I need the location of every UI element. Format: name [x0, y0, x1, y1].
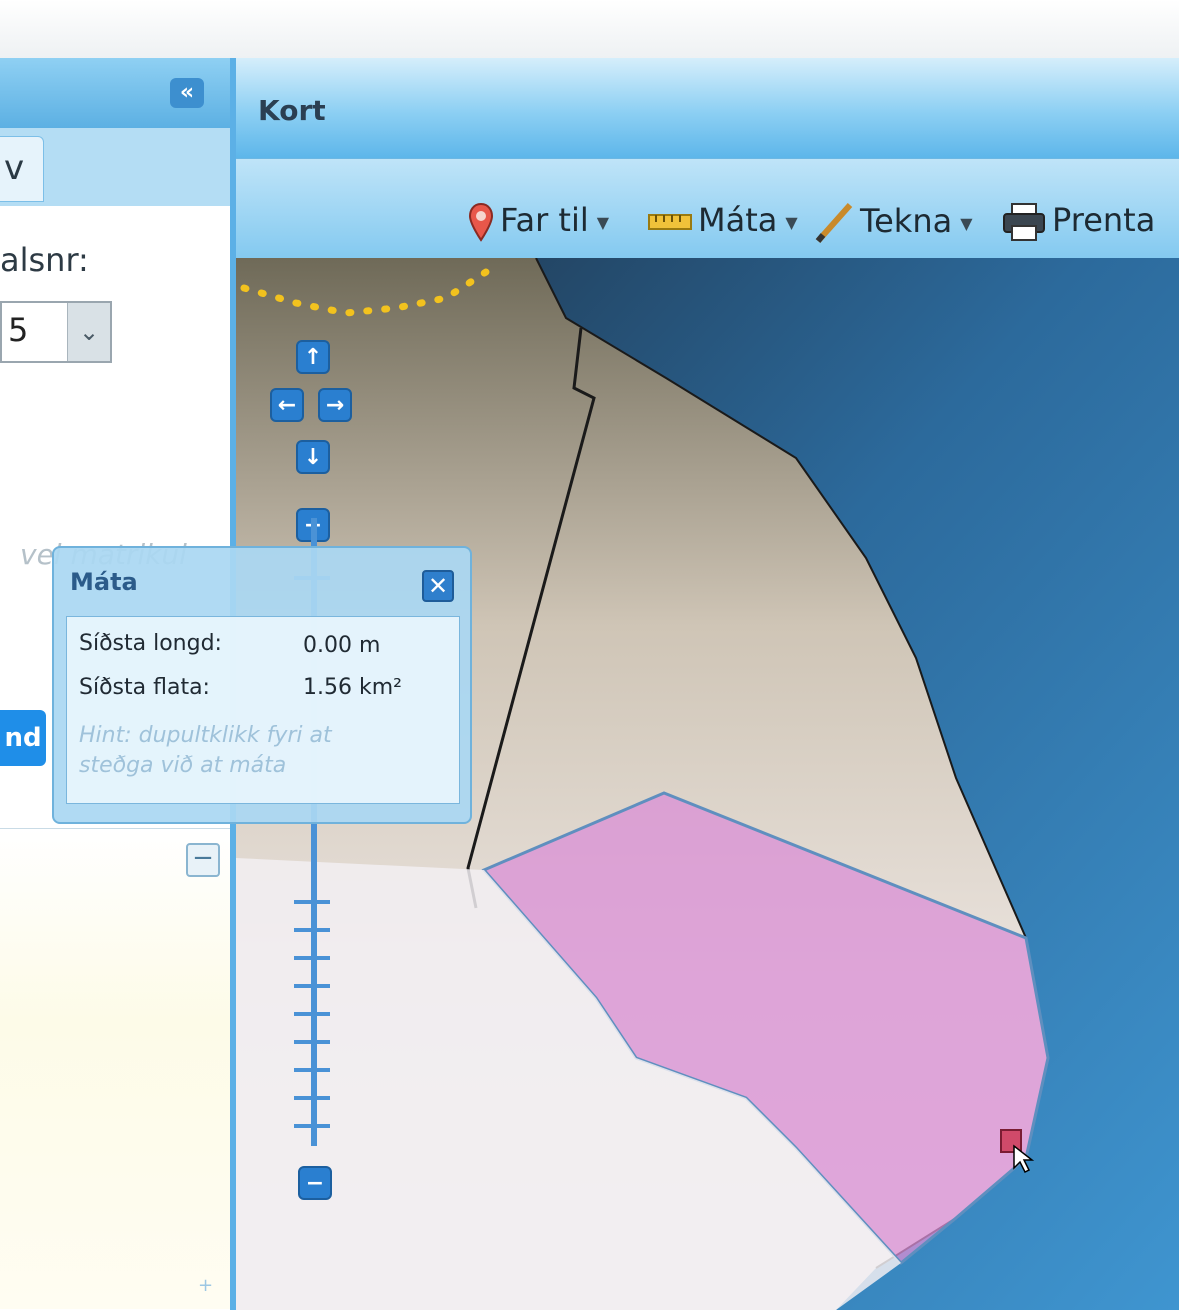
screen-top-edge	[0, 0, 1179, 58]
goto-menu[interactable]: Far til ▼	[468, 201, 609, 245]
zoom-tick[interactable]	[294, 1096, 330, 1100]
measure-results: Síðsta longd: 0.00 m Síðsta flata: 1.56 …	[66, 616, 460, 804]
measure-label: Máta	[698, 201, 778, 239]
measure-hint: Hint: dupultklikk fyri at steðga við at …	[79, 723, 332, 778]
zoom-tick[interactable]	[294, 928, 330, 932]
select-value: 5	[8, 311, 29, 349]
arrow-left-icon: ←	[277, 393, 297, 418]
map-pin-icon	[468, 202, 494, 242]
matrikul-select[interactable]: 5 ⌄	[0, 301, 112, 363]
ruler-icon	[648, 214, 692, 230]
print-label: Prenta	[1052, 201, 1156, 239]
zoom-out-button[interactable]: −	[298, 1166, 332, 1200]
chevron-down-icon[interactable]: ⌄	[67, 303, 110, 361]
map-title: Kort	[258, 94, 326, 127]
caret-down-icon: ▼	[785, 212, 798, 232]
plus-icon: +	[198, 1275, 214, 1296]
matrikul-label: alsnr:	[0, 241, 89, 279]
minus-icon: −	[305, 1171, 325, 1196]
zoom-tick[interactable]	[294, 1068, 330, 1072]
sidebar-header: «	[0, 58, 230, 128]
arrow-up-icon: ↑	[303, 345, 323, 370]
caret-down-icon: ▼	[960, 213, 973, 233]
sidebar-lower-panel: − +	[0, 828, 230, 1309]
map-toolbar: Far til ▼ Máta ▼ Tekna ▼ Prenta	[236, 158, 1179, 271]
measure-menu[interactable]: Máta ▼	[648, 201, 798, 245]
pencil-icon	[815, 203, 853, 243]
last-area-label: Síðsta flata:	[79, 675, 210, 700]
close-button[interactable]: ✕	[422, 570, 454, 602]
measure-window[interactable]: Máta ✕ Síðsta longd: 0.00 m Síðsta flata…	[52, 546, 472, 824]
sidebar-tabs: v	[0, 128, 230, 206]
pan-left-button[interactable]: ←	[270, 388, 304, 422]
zoom-tick[interactable]	[294, 1040, 330, 1044]
zoom-tick[interactable]	[294, 956, 330, 960]
draw-menu[interactable]: Tekna ▼	[814, 201, 973, 245]
caret-down-icon: ▼	[596, 212, 610, 232]
zoom-tick[interactable]	[294, 984, 330, 988]
last-length-label: Síðsta longd:	[79, 631, 222, 656]
zoom-tick[interactable]	[294, 1124, 330, 1128]
collapse-sidebar-button[interactable]: «	[170, 78, 204, 108]
map-title-bar: Kort	[236, 58, 1179, 158]
arrow-down-icon: ↓	[303, 445, 323, 470]
printer-icon	[1003, 203, 1045, 241]
pan-right-button[interactable]: →	[318, 388, 352, 422]
zoom-tick[interactable]	[294, 1012, 330, 1016]
pan-up-button[interactable]: ↑	[296, 340, 330, 374]
sidebar-action-button[interactable]: nd	[0, 710, 46, 766]
measure-window-title: Máta	[70, 568, 138, 596]
arrow-right-icon: →	[325, 393, 345, 418]
last-area-value: 1.56 km²	[303, 675, 402, 700]
pan-down-button[interactable]: ↓	[296, 440, 330, 474]
last-length-value: 0.00 m	[303, 633, 381, 658]
goto-label: Far til	[500, 201, 589, 239]
print-button[interactable]: Prenta	[1002, 201, 1155, 245]
draw-label: Tekna	[860, 202, 953, 240]
zoom-tick[interactable]	[294, 900, 330, 904]
close-icon: ✕	[427, 572, 449, 600]
double-chevron-left-icon: «	[179, 80, 195, 105]
sidebar-tab[interactable]: v	[0, 136, 44, 202]
collapse-section-button[interactable]: −	[186, 843, 220, 877]
